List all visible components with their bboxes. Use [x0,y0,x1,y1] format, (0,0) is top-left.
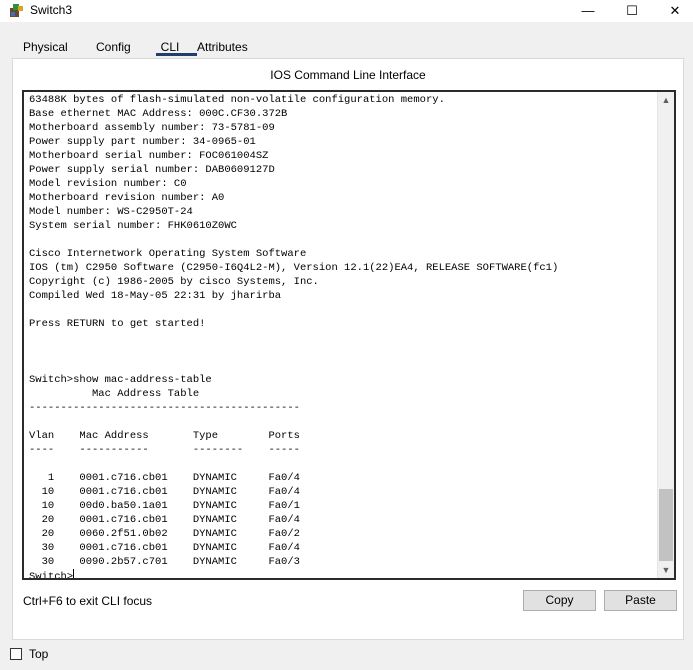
tab-config[interactable]: Config [96,38,131,58]
terminal-lines: 63488K bytes of flash-simulated non-vola… [29,94,558,568]
terminal-line: 10 00d0.ba50.1a01 DYNAMIC Fa0/1 [41,500,300,512]
terminal-line: 20 0060.2f51.0b02 DYNAMIC Fa0/2 [41,528,300,540]
terminal-line: Compiled Wed 18-May-05 22:31 by jharirba [29,290,282,302]
tab-attributes[interactable]: Attributes [197,38,248,58]
packet-tracer-switch-icon [10,4,23,17]
terminal-line: IOS (tm) C2950 Software (C2950-I6Q4L2-M)… [29,262,559,274]
top-checkbox[interactable] [10,648,22,660]
title-bar: Switch3 — ☐ ✕ [0,0,693,22]
terminal-line: Vlan Mac Address Type Ports [29,430,300,442]
top-label: Top [29,647,49,661]
minimize-button[interactable]: — [565,0,611,22]
terminal-line: ---- ----------- -------- ----- [29,444,300,456]
terminal-line: Cisco Internetwork Operating System Soft… [29,248,307,260]
terminal-line: Motherboard assembly number: 73-5781-09 [29,122,275,134]
terminal-line: Switch>show mac-address-table [29,374,212,386]
scroll-down-arrow-icon[interactable]: ▼ [658,563,674,577]
terminal-line: Model number: WS-C2950T-24 [29,206,193,218]
vertical-scrollbar[interactable]: ▲ ▼ [657,92,674,578]
panel-title: IOS Command Line Interface [270,68,426,82]
terminal-line: Power supply part number: 34-0965-01 [29,136,256,148]
scroll-up-arrow-icon[interactable]: ▲ [658,93,674,107]
terminal-line: 10 0001.c716.cb01 DYNAMIC Fa0/4 [41,486,300,498]
terminal-line: 30 0001.c716.cb01 DYNAMIC Fa0/4 [41,542,300,554]
terminal-prompt: Switch> [29,571,74,580]
terminal-line: Press RETURN to get started! [29,318,206,330]
active-tab-indicator [156,53,197,56]
close-button[interactable]: ✕ [652,0,693,22]
terminal-line: System serial number: FHK0610Z0WC [29,220,237,232]
window-title: Switch3 [30,3,73,17]
terminal-line: Mac Address Table [92,388,200,400]
terminal-line: ----------------------------------------… [29,402,300,414]
terminal-line: Motherboard revision number: A0 [29,192,225,204]
maximize-button[interactable]: ☐ [609,0,655,22]
text-cursor [73,569,75,578]
cli-terminal[interactable]: 63488K bytes of flash-simulated non-vola… [22,90,676,580]
cli-focus-hint: Ctrl+F6 to exit CLI focus [23,594,153,608]
terminal-line: 63488K bytes of flash-simulated non-vola… [29,94,445,106]
terminal-line: Motherboard serial number: FOC061004SZ [29,150,269,162]
paste-button[interactable]: Paste [604,590,677,611]
scrollbar-thumb[interactable] [659,489,673,561]
terminal-line: 30 0090.2b57.c701 DYNAMIC Fa0/3 [41,556,300,568]
copy-button[interactable]: Copy [523,590,596,611]
terminal-line: Base ethernet MAC Address: 000C.CF30.372… [29,108,288,120]
tab-physical[interactable]: Physical [23,38,68,58]
terminal-line: Power supply serial number: DAB0609127D [29,164,275,176]
terminal-line: Model revision number: C0 [29,178,187,190]
terminal-output: 63488K bytes of flash-simulated non-vola… [29,93,654,580]
terminal-line: Copyright (c) 1986-2005 by cisco Systems… [29,276,319,288]
terminal-line: 1 0001.c716.cb01 DYNAMIC Fa0/4 [47,472,300,484]
terminal-line: 20 0001.c716.cb01 DYNAMIC Fa0/4 [41,514,300,526]
